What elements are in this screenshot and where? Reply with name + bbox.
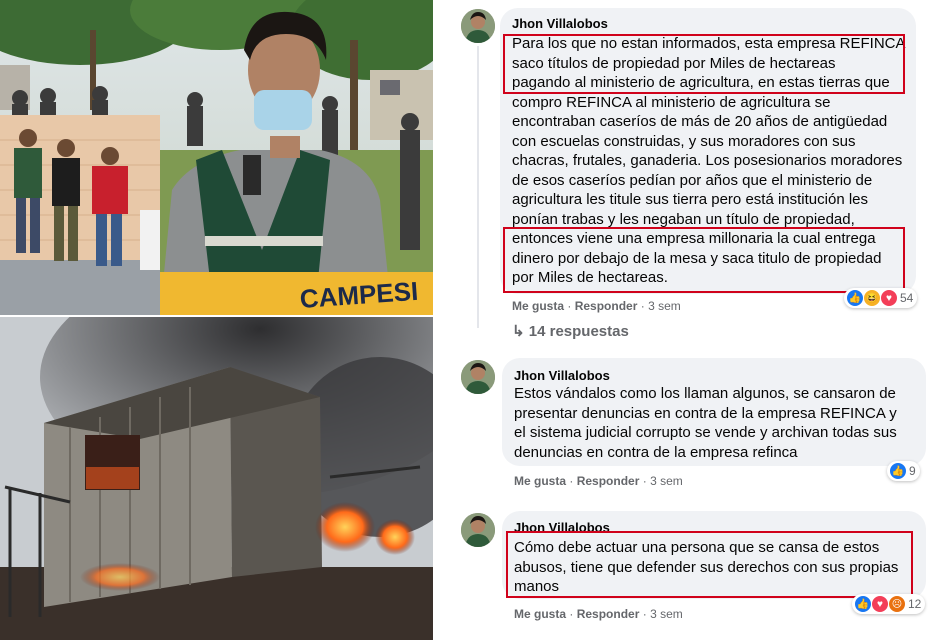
burning-container-photo bbox=[0, 317, 433, 640]
highlight-box bbox=[503, 227, 905, 293]
timestamp[interactable]: 3 sem bbox=[648, 299, 681, 313]
highlight-box bbox=[506, 531, 913, 598]
comment-author[interactable]: Jhon Villalobos bbox=[512, 16, 608, 31]
angry-icon: ☹ bbox=[888, 595, 906, 613]
reply-button[interactable]: Responder bbox=[577, 474, 640, 488]
comment-actions: Me gusta · Responder · 3 sem bbox=[514, 607, 683, 621]
haha-icon: 😆 bbox=[863, 289, 881, 307]
reaction-summary[interactable]: 👍 ♥ ☹ 12 bbox=[852, 594, 926, 614]
thread-line bbox=[477, 46, 479, 328]
like-icon: 👍 bbox=[889, 462, 907, 480]
reaction-count: 54 bbox=[900, 291, 914, 305]
reaction-summary[interactable]: 👍 😆 ♥ 54 bbox=[844, 288, 918, 308]
comment-author[interactable]: Jhon Villalobos bbox=[514, 368, 610, 383]
avatar[interactable] bbox=[461, 513, 495, 547]
comment-actions: Me gusta · Responder · 3 sem bbox=[512, 299, 681, 313]
reply-arrow-icon: ↳ bbox=[512, 323, 525, 340]
reply-button[interactable]: Responder bbox=[577, 607, 640, 621]
reaction-count: 9 bbox=[909, 464, 916, 478]
avatar[interactable] bbox=[461, 360, 495, 394]
protest-photo: CAMPESI bbox=[0, 0, 433, 315]
love-icon: ♥ bbox=[871, 595, 889, 613]
avatar[interactable] bbox=[461, 9, 495, 43]
like-icon: 👍 bbox=[854, 595, 872, 613]
like-button[interactable]: Me gusta bbox=[514, 607, 566, 621]
comment-actions: Me gusta · Responder · 3 sem bbox=[514, 474, 683, 488]
view-replies-link[interactable]: ↳ 14 respuestas bbox=[512, 322, 629, 340]
timestamp[interactable]: 3 sem bbox=[650, 607, 683, 621]
comments-panel: Jhon Villalobos Para los que no estan in… bbox=[440, 0, 928, 640]
reaction-count: 12 bbox=[908, 597, 922, 611]
like-icon: 👍 bbox=[846, 289, 864, 307]
like-button[interactable]: Me gusta bbox=[514, 474, 566, 488]
reaction-summary[interactable]: 👍 9 bbox=[887, 461, 920, 481]
love-icon: ♥ bbox=[880, 289, 898, 307]
timestamp[interactable]: 3 sem bbox=[650, 474, 683, 488]
highlight-box bbox=[503, 34, 905, 94]
reply-button[interactable]: Responder bbox=[575, 299, 638, 313]
comment-text: Estos vándalos como los llaman algunos, … bbox=[514, 385, 897, 461]
like-button[interactable]: Me gusta bbox=[512, 299, 564, 313]
